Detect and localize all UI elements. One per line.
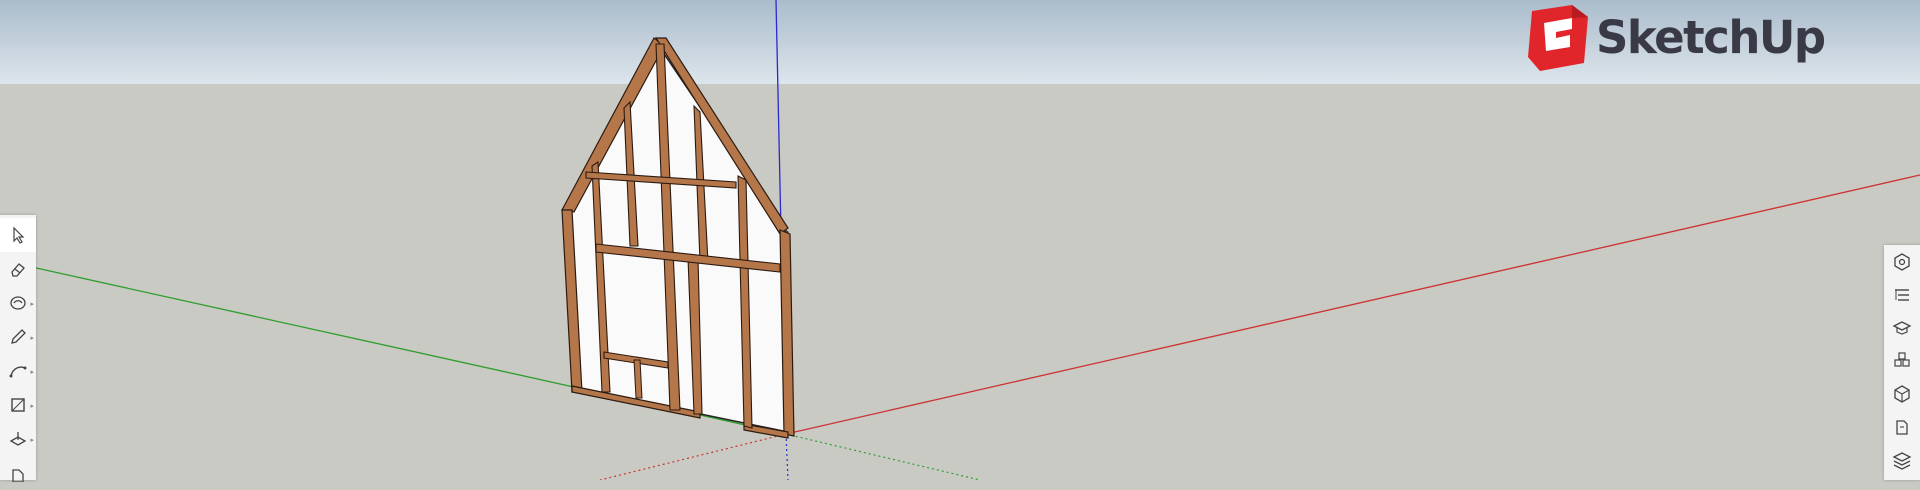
submenu-arrow-icon: ▸ <box>30 403 34 410</box>
graduation-cap-icon <box>1892 321 1912 335</box>
sketchup-logo-text: SketchUp <box>1596 10 1826 64</box>
materials-cube-icon <box>1894 385 1910 403</box>
sketchup-logo: SketchUp <box>1526 2 1826 72</box>
eraser-icon <box>11 263 25 277</box>
outliner-icon <box>1895 289 1909 301</box>
pencil-tool-button[interactable]: ▸ <box>0 320 36 354</box>
rectangle-tool-button[interactable]: ▸ <box>0 388 36 422</box>
cripple-stud <box>633 359 643 399</box>
arc-tool-button[interactable]: ▸ <box>0 354 36 388</box>
submenu-arrow-icon: ▸ <box>30 437 34 444</box>
styles-button[interactable] <box>1884 410 1920 444</box>
sketchup-logo-icon <box>1528 5 1588 71</box>
scene-canvas <box>0 0 1920 480</box>
push-pull-tool-button[interactable]: ▸ <box>0 422 36 456</box>
red-axis <box>785 174 1920 435</box>
arc-icon <box>9 366 27 378</box>
pencil-icon <box>11 329 26 344</box>
eraser-tool-button[interactable] <box>0 252 36 286</box>
submenu-arrow-icon: ▸ <box>30 369 34 376</box>
entity-info-icon <box>1894 253 1910 271</box>
push-pull-icon <box>9 432 27 446</box>
rectangle-icon <box>11 398 25 412</box>
paint-bucket-icon <box>10 296 26 310</box>
blue-axis-dotted <box>785 433 789 480</box>
select-arrow-icon <box>13 226 25 244</box>
submenu-arrow-icon: ▸ <box>30 335 34 342</box>
right-panel-tray <box>1884 245 1920 480</box>
components-button[interactable] <box>1884 344 1920 378</box>
outliner-button[interactable] <box>1884 278 1920 312</box>
move-icon <box>12 469 24 482</box>
green-axis-dotted <box>785 433 981 480</box>
entity-info-button[interactable] <box>1884 245 1920 279</box>
components-icon <box>1894 352 1910 367</box>
left-tool-palette: ▸ ▸ ▸ ▸ ▸ <box>0 215 36 482</box>
red-axis-dotted <box>599 433 787 480</box>
submenu-arrow-icon: ▸ <box>30 301 34 308</box>
move-tool-button[interactable] <box>0 456 36 490</box>
select-tool-button[interactable] <box>0 218 36 252</box>
materials-button[interactable] <box>1884 377 1920 411</box>
blue-axis <box>775 0 782 233</box>
paint-bucket-tool-button[interactable]: ▸ <box>0 286 36 320</box>
modeling-viewport[interactable]: SketchUp ▸ ▸ ▸ ▸ ▸ <box>0 0 1920 482</box>
instructor-button[interactable] <box>1884 311 1920 345</box>
layers-icon <box>1892 452 1912 470</box>
wall-frame-model[interactable] <box>561 37 795 439</box>
styles-icon <box>1896 420 1908 435</box>
layers-button[interactable] <box>1884 443 1920 477</box>
